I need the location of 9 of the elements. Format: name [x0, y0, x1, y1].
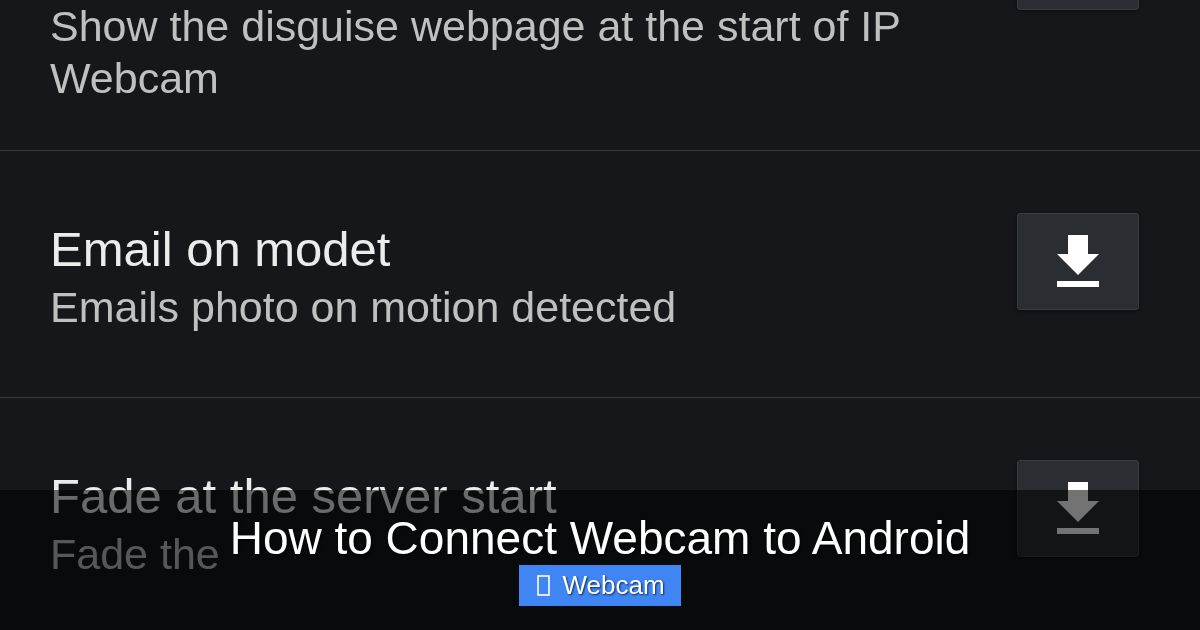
setting-description: Emails photo on motion detected — [50, 282, 677, 333]
download-icon — [1057, 482, 1099, 535]
tag-label: Webcam — [562, 570, 665, 601]
download-icon — [1057, 235, 1099, 288]
setting-title: Email on modet — [50, 221, 391, 277]
download-button[interactable] — [1017, 213, 1139, 310]
setting-description: Fade the — [50, 529, 220, 580]
setting-description: Show the disguise webpage at the start of IP Webcam — [50, 1, 902, 104]
glyph-box-icon — [537, 575, 551, 596]
